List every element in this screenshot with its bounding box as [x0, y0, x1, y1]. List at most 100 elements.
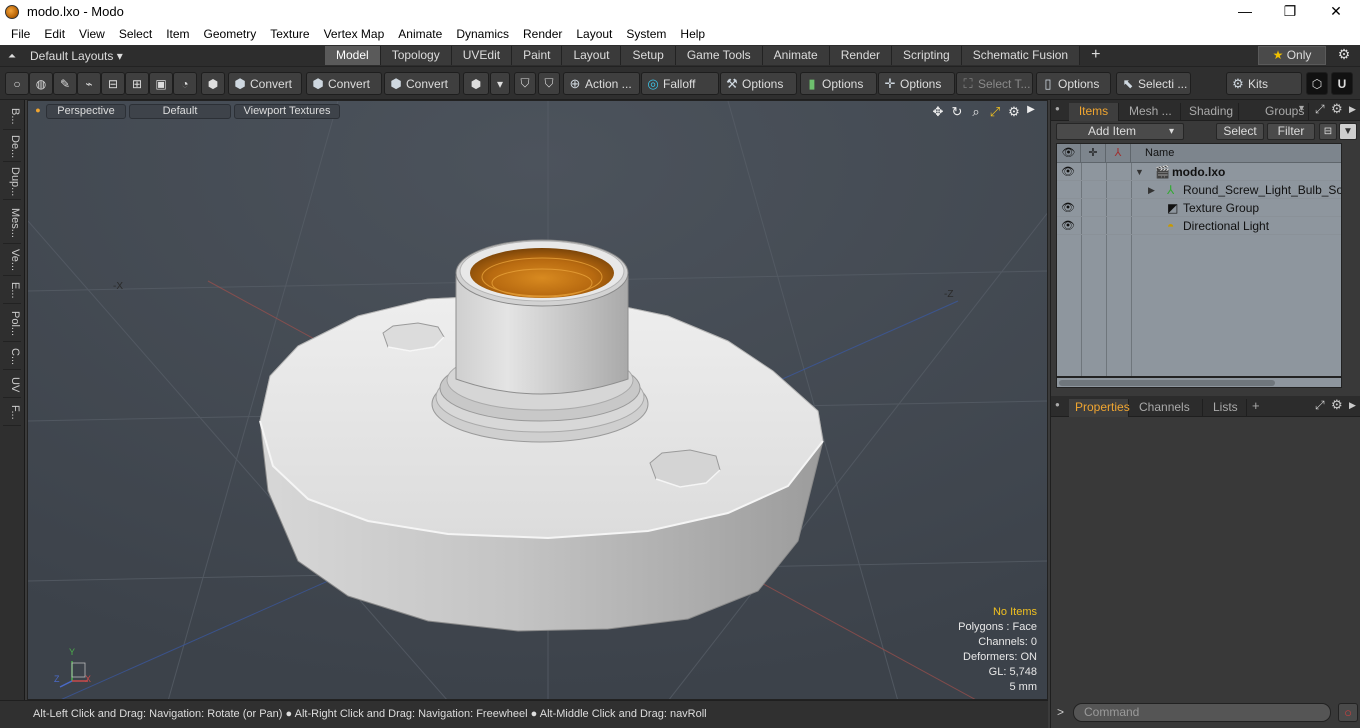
viewport-menu-dot-icon[interactable]: ● — [30, 105, 46, 121]
layouts-dropdown[interactable]: ⏶ Default Layouts ▾ — [8, 47, 123, 65]
3d-viewport[interactable]: -X -Z Y Z X ● Perspective Default Viewpo… — [27, 100, 1048, 700]
gear-icon[interactable]: ⚙ — [1334, 46, 1354, 65]
falloff-options-button[interactable]: ⚒ Options — [720, 72, 797, 95]
tab-setup[interactable]: Setup — [621, 46, 676, 65]
menu-animate[interactable]: Animate — [391, 27, 449, 41]
tab-game-tools[interactable]: Game Tools — [675, 46, 763, 65]
panel-menu-dot-icon[interactable]: ● — [1055, 104, 1060, 113]
tree-row-directional-light[interactable]: 👁 ◓ Directional Light — [1057, 217, 1341, 235]
panel-maximize-icon[interactable]: ⤢ — [1315, 398, 1325, 413]
workplane-dropdown[interactable]: ▾ — [490, 72, 510, 95]
unreal-button[interactable]: U — [1331, 72, 1353, 95]
symmetry-button[interactable]: ⛉ — [514, 72, 536, 95]
menu-geometry[interactable]: Geometry — [197, 27, 264, 41]
left-tab-deform[interactable]: De... — [3, 132, 21, 162]
visibility-eye-icon[interactable]: 👁 — [1061, 163, 1075, 181]
tree-row-texture-group[interactable]: 👁 ◩ Texture Group — [1057, 199, 1341, 217]
viewport-expand-arrow-icon[interactable]: ▶ — [1023, 104, 1039, 120]
visibility-column-eye-icon[interactable]: 👁 — [1057, 144, 1081, 163]
scrollbar-thumb[interactable] — [1059, 380, 1275, 386]
tab-model[interactable]: Model — [325, 46, 381, 65]
filter-button[interactable]: Filter — [1267, 123, 1315, 140]
edges-mode-button[interactable]: ⊟ — [101, 72, 125, 95]
viewport-textures-dropdown[interactable]: Viewport Textures — [234, 104, 340, 119]
tab-shading[interactable]: Shading — [1183, 103, 1239, 121]
options-button-3[interactable]: ✛ Options — [878, 72, 955, 95]
expand-arrow-icon[interactable]: ▼ — [1135, 163, 1144, 181]
menu-vertex-map[interactable]: Vertex Map — [317, 27, 392, 41]
command-input[interactable]: Command — [1073, 703, 1331, 722]
tab-paint[interactable]: Paint — [512, 46, 563, 65]
select-through-button[interactable]: ⛶ Select T... — [956, 72, 1033, 95]
left-tab-polygon[interactable]: Pol... — [3, 306, 21, 342]
snapping-button[interactable]: ⛉ — [538, 72, 560, 95]
work-plane-button[interactable]: ⬢ — [463, 72, 489, 95]
pen-tool-button[interactable]: ✎ — [53, 72, 77, 95]
left-tab-vertex[interactable]: Ve... — [3, 246, 21, 276]
menu-layout[interactable]: Layout — [569, 27, 619, 41]
only-button[interactable]: ★ Only — [1258, 46, 1326, 65]
tab-mesh[interactable]: Mesh ... — [1123, 103, 1181, 121]
tabs-dropdown-chevron-icon[interactable]: ▾ — [1299, 103, 1304, 114]
funnel-filter-icon[interactable]: ▼ — [1339, 123, 1357, 140]
add-panel-tab-button[interactable]: + — [1252, 398, 1260, 413]
minimize-button[interactable]: — — [1222, 0, 1268, 23]
left-tab-edge[interactable]: E... — [3, 278, 21, 304]
item-list-horizontal-scrollbar[interactable] — [1056, 377, 1342, 388]
tab-animate[interactable]: Animate — [762, 46, 830, 65]
convert-button-2[interactable]: ⬢ Convert — [306, 72, 382, 95]
menu-help[interactable]: Help — [673, 27, 712, 41]
left-tab-duplicate[interactable]: Dup... — [3, 164, 21, 200]
tab-items[interactable]: Items — [1069, 103, 1119, 121]
convert-button-3[interactable]: ⬢ Convert — [384, 72, 460, 95]
rotate-view-icon[interactable]: ↻ — [949, 104, 965, 120]
panel-gear-icon[interactable]: ⚙ — [1331, 397, 1343, 413]
tab-uvedit[interactable]: UVEdit — [451, 46, 513, 65]
left-tab-basic[interactable]: B... — [3, 104, 21, 130]
falloff-button[interactable]: ◎ Falloff — [641, 72, 719, 95]
collapse-arrow-icon[interactable]: ▶ — [1148, 181, 1155, 199]
menu-edit[interactable]: Edit — [37, 27, 72, 41]
options-button-4[interactable]: ▯ Options — [1036, 72, 1111, 95]
menu-item[interactable]: Item — [159, 27, 196, 41]
panel-arrow-icon[interactable]: ▶ — [1349, 400, 1356, 411]
menu-system[interactable]: System — [619, 27, 673, 41]
menu-file[interactable]: File — [4, 27, 37, 41]
maximize-button[interactable]: ❐ — [1267, 0, 1313, 23]
menu-select[interactable]: Select — [112, 27, 159, 41]
convert-button-1[interactable]: ⬢ Convert — [228, 72, 302, 95]
zoom-view-icon[interactable]: ⌕ — [968, 104, 984, 120]
kits-button[interactable]: ⚙ Kits — [1226, 72, 1302, 95]
visibility-eye-icon[interactable]: 👁 — [1061, 199, 1075, 217]
panel-menu-dot-icon[interactable]: ● — [1055, 400, 1060, 409]
vertex-mode-button[interactable]: ○ — [5, 72, 29, 95]
tab-schematic-fusion[interactable]: Schematic Fusion — [961, 46, 1081, 65]
item-type-column-icon[interactable]: ⅄ — [1106, 144, 1131, 163]
menu-render[interactable]: Render — [516, 27, 569, 41]
column-name[interactable]: Name — [1131, 144, 1341, 163]
tab-channels[interactable]: Channels — [1133, 399, 1203, 417]
close-button[interactable]: ✕ — [1313, 0, 1359, 23]
menu-dynamics[interactable]: Dynamics — [449, 27, 516, 41]
view-mode-dropdown[interactable]: Perspective — [46, 104, 126, 119]
menu-view[interactable]: View — [72, 27, 112, 41]
tab-properties[interactable]: Properties — [1069, 399, 1130, 417]
maximize-view-icon[interactable]: ⤢ — [987, 104, 1003, 120]
tree-row-scene[interactable]: 👁 ▼ 🎬 modo.lxo — [1057, 163, 1341, 181]
mesh-cube-button[interactable]: ⬢ — [201, 72, 225, 95]
list-options-icon[interactable]: ⊟ — [1319, 123, 1337, 140]
left-tab-uv[interactable]: UV — [3, 372, 21, 398]
menu-texture[interactable]: Texture — [263, 27, 316, 41]
unity-button[interactable]: ⬡ — [1306, 72, 1328, 95]
panel-gear-icon[interactable]: ⚙ — [1331, 101, 1343, 117]
viewport-settings-gear-icon[interactable]: ⚙ — [1006, 104, 1022, 120]
panel-maximize-icon[interactable]: ⤢ — [1315, 102, 1325, 117]
visibility-eye-icon[interactable]: 👁 — [1061, 217, 1075, 235]
move-view-icon[interactable]: ✥ — [930, 104, 946, 120]
lock-column-icon[interactable]: ✛ — [1081, 144, 1106, 163]
materials-mode-button[interactable]: ◔ — [173, 72, 197, 95]
items-mode-button[interactable]: ▣ — [149, 72, 173, 95]
brush-tool-button[interactable]: ⌁ — [77, 72, 101, 95]
left-tab-curve[interactable]: C... — [3, 344, 21, 370]
panel-arrow-icon[interactable]: ▶ — [1349, 104, 1356, 115]
